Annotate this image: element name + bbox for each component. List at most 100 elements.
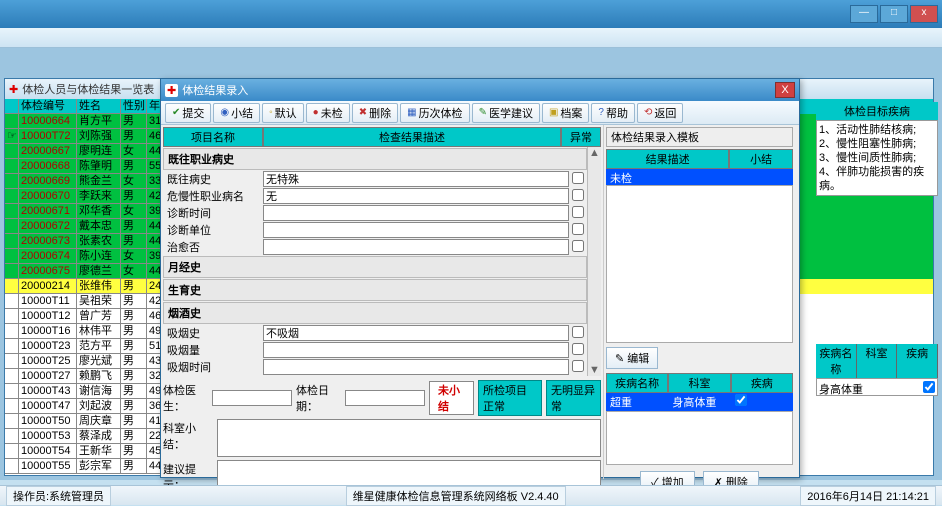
disease-list-area[interactable] — [606, 411, 793, 465]
tmpl-list-area[interactable] — [606, 185, 793, 343]
workspace: ✚ 体检人员与体检结果一览表 体检编号 姓名 性别 年龄 10000664肖方平… — [0, 48, 942, 480]
entry-close-button[interactable]: X — [775, 82, 795, 98]
field-label: 吸烟量 — [163, 342, 263, 358]
entry-window-title: 体检结果录入 — [182, 82, 248, 98]
summary-textarea[interactable] — [217, 419, 601, 457]
btn-all-normal[interactable]: 所检项目正常 — [478, 380, 542, 416]
disease-row[interactable]: 超重 身高体重 — [606, 393, 793, 411]
col-sex: 性别 — [121, 99, 147, 114]
edit-button[interactable]: ✎ 编辑 — [606, 347, 658, 369]
col-id: 体检编号 — [19, 99, 77, 114]
app-titlebar: — □ x — [0, 0, 942, 28]
subheader: 项目名称 检查结果描述 异常 — [163, 127, 601, 147]
toolbar-提交[interactable]: ✔提交 — [165, 103, 211, 123]
target-diseases-panel: 体检目标疾病 1、活动性肺结核病;2、慢性阻塞性肺病;3、慢性间质性肺病;4、伴… — [816, 102, 938, 196]
entry-toolbar: ✔提交◉小结◦默认●未检✖删除▦历次体检✎医学建议▣档案?帮助⟲返回 — [161, 101, 799, 125]
abnormal-check[interactable] — [572, 326, 584, 338]
doctor-label: 体检医生： — [163, 382, 208, 414]
toolbar-默认[interactable]: ◦默认 — [262, 103, 304, 123]
entry-window-titlebar[interactable]: ✚ 体检结果录入 X — [161, 79, 799, 101]
field-input[interactable] — [263, 171, 569, 187]
toolbar-帮助[interactable]: ?帮助 — [591, 103, 635, 123]
field-row: 治愈否 — [163, 239, 587, 255]
field-label: 危慢性职业病名 — [163, 188, 263, 204]
field-label: 既往病史 — [163, 171, 263, 187]
toolbar-档案[interactable]: ▣档案 — [542, 103, 589, 123]
col-name: 姓名 — [77, 99, 121, 114]
date-label: 体检日期： — [296, 382, 341, 414]
tmpl-col-result: 结果描述 — [606, 149, 729, 169]
field-input[interactable] — [263, 342, 569, 358]
doctor-input[interactable] — [212, 390, 292, 406]
subhead-col2: 检查结果描述 — [263, 127, 561, 147]
rs-col-a: 疾病名称 — [816, 344, 857, 378]
right-disease-grid: 疾病名称 科室 疾病 身高体重 — [816, 344, 938, 396]
section-prev-occ-history[interactable]: 既往职业病史 — [163, 148, 587, 170]
scrollbar[interactable]: ▲▼ — [587, 147, 601, 376]
dis-col-flag: 疾病 — [731, 373, 793, 393]
abnormal-check[interactable] — [572, 343, 584, 355]
section-menses[interactable]: 月经史 — [163, 256, 587, 278]
abnormal-check[interactable] — [572, 360, 584, 372]
list-window-title-text: 体检人员与体检结果一览表 — [22, 81, 154, 97]
field-input[interactable] — [263, 188, 569, 204]
menubar[interactable] — [0, 28, 942, 48]
status-operator: 操作员:系统管理员 — [6, 486, 111, 506]
template-title: 体检结果录入模板 — [606, 127, 793, 147]
rs-row-b: 身高体重 — [819, 381, 863, 393]
entry-window: ✚ 体检结果录入 X ✔提交◉小结◦默认●未检✖删除▦历次体检✎医学建议▣档案?… — [160, 78, 800, 478]
toolbar-历次体检[interactable]: ▦历次体检 — [400, 103, 469, 123]
medical-icon: ✚ — [9, 83, 18, 96]
abnormal-check[interactable] — [572, 206, 584, 218]
abnormal-check[interactable] — [572, 240, 584, 252]
subhead-col1: 项目名称 — [163, 127, 263, 147]
field-label: 吸烟时间 — [163, 359, 263, 375]
dis-col-dept: 科室 — [668, 373, 730, 393]
toolbar-小结[interactable]: ◉小结 — [213, 103, 260, 123]
field-label: 诊断单位 — [163, 222, 263, 238]
field-row: 吸烟史 — [163, 325, 587, 341]
dis-row-name: 超重 — [606, 393, 668, 411]
btn-no-abnormal[interactable]: 无明显异常 — [546, 380, 601, 416]
section-birth[interactable]: 生育史 — [163, 279, 587, 301]
summary-label: 科室小结： — [163, 418, 217, 452]
template-pane: 体检结果录入模板 结果描述 小结 未检 ✎ 编辑 疾病名称 科室 疾病 超重 身… — [603, 125, 795, 479]
field-input[interactable] — [263, 359, 569, 375]
medical-icon: ✚ — [165, 84, 178, 97]
maximize-button[interactable]: □ — [880, 5, 908, 23]
status-datetime: 2016年6月14日 21:14:21 — [800, 486, 936, 506]
section-smoke-drink[interactable]: 烟酒史 — [163, 302, 587, 324]
abnormal-check[interactable] — [572, 223, 584, 235]
toolbar-医学建议[interactable]: ✎医学建议 — [472, 103, 540, 123]
field-row: 吸烟时间 — [163, 359, 587, 375]
status-version: 维星健康体检信息管理系统网络板 V2.4.40 — [346, 486, 566, 506]
toolbar-删除[interactable]: ✖删除 — [352, 103, 398, 123]
target-diseases-header: 体检目标疾病 — [816, 102, 938, 120]
field-row: 诊断单位 — [163, 222, 587, 238]
field-input[interactable] — [263, 222, 569, 238]
tmpl-col-summary: 小结 — [729, 149, 793, 169]
dis-col-name: 疾病名称 — [606, 373, 668, 393]
abnormal-check[interactable] — [572, 172, 584, 184]
toolbar-返回[interactable]: ⟲返回 — [637, 103, 683, 123]
field-input[interactable] — [263, 325, 569, 341]
field-label: 诊断时间 — [163, 205, 263, 221]
subhead-col3: 异常 — [561, 127, 601, 147]
toolbar-未检[interactable]: ●未检 — [306, 103, 350, 123]
statusbar: 操作员:系统管理员 维星健康体检信息管理系统网络板 V2.4.40 2016年6… — [0, 485, 942, 505]
abnormal-check[interactable] — [572, 189, 584, 201]
date-input[interactable] — [345, 390, 425, 406]
bottom-block: 体检医生： 体检日期： 未小结 所检项目正常 无明显异常 科室小结： 建议提示： — [163, 380, 601, 498]
minimize-button[interactable]: — — [850, 5, 878, 23]
rs-row-check[interactable] — [923, 381, 935, 393]
field-input[interactable] — [263, 239, 569, 255]
field-label: 吸烟史 — [163, 325, 263, 341]
close-button[interactable]: x — [910, 5, 938, 23]
field-row: 既往病史 — [163, 171, 587, 187]
dis-row-dept: 身高体重 — [668, 393, 730, 411]
rs-col-b: 科室 — [857, 344, 898, 378]
entry-left-pane: 项目名称 检查结果描述 异常 既往职业病史 既往病史危慢性职业病名诊断时间诊断单… — [161, 125, 603, 479]
field-input[interactable] — [263, 205, 569, 221]
dis-row-chk[interactable] — [731, 393, 793, 411]
tmpl-selected-row[interactable]: 未检 — [606, 169, 793, 185]
